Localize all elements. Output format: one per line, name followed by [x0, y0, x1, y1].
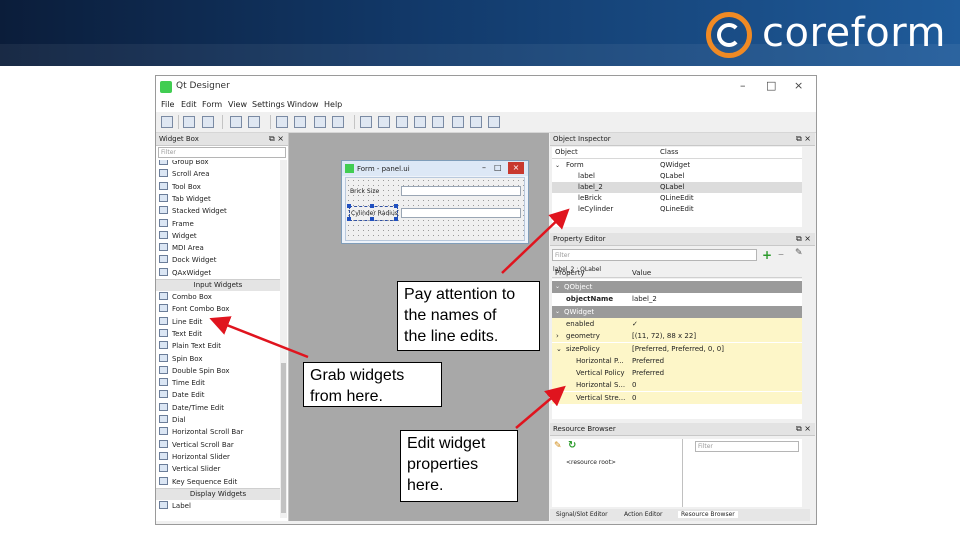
- callout-line: Grab widgets: [310, 367, 405, 384]
- arrow-to-object-inspector: [501, 208, 570, 274]
- callout-line: the names of: [404, 307, 497, 324]
- callout-line: Edit widget: [407, 435, 486, 452]
- callout-edit-properties: Edit widget properties here.: [400, 430, 518, 502]
- callout-line: properties: [407, 456, 479, 473]
- callout-line: from here.: [310, 388, 383, 405]
- callout-line-edit-names: Pay attention to the names of the line e…: [397, 281, 540, 351]
- callout-line: here.: [407, 477, 444, 494]
- callout-grab-widgets: Grab widgets from here.: [303, 362, 442, 407]
- arrow-to-property-editor: [515, 385, 566, 429]
- callout-line: Pay attention to: [404, 286, 516, 303]
- callout-line: the line edits.: [404, 328, 499, 345]
- arrow-to-line-edit-widget: [209, 316, 309, 359]
